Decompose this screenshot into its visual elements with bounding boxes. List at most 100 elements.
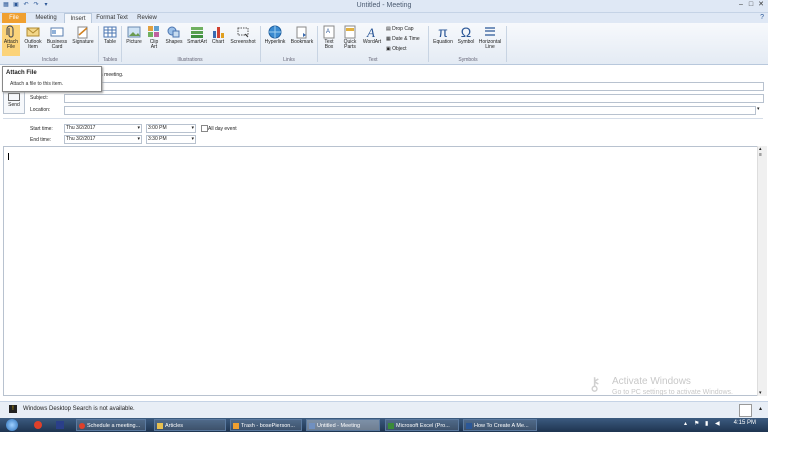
tab-review[interactable]: Review <box>134 13 160 23</box>
table-button[interactable]: Table <box>101 25 119 45</box>
end-time-value: 3:30 PM <box>148 136 167 142</box>
group-separator <box>260 26 261 62</box>
people-pane-icon[interactable] <box>739 404 752 417</box>
start-time-label: Start time: <box>30 126 53 132</box>
divider <box>3 118 763 119</box>
all-day-checkbox[interactable] <box>201 125 208 132</box>
group-separator <box>317 26 318 62</box>
minimize-icon[interactable]: – <box>736 0 746 10</box>
picture-icon <box>127 26 141 38</box>
table-icon <box>103 26 117 38</box>
taskbar-item[interactable]: Articles <box>154 419 226 431</box>
help-icon[interactable]: ? <box>760 14 764 21</box>
signature-label: Signature <box>72 39 94 45</box>
start-date-field[interactable]: Thu 3/2/2017 ▾ <box>64 124 142 133</box>
end-date-value: Thu 3/2/2017 <box>66 136 96 142</box>
date-time-button[interactable]: ▦ Date & Time <box>386 36 420 42</box>
clip-art-button[interactable]: Clip Art <box>146 25 162 50</box>
bookmark-button[interactable]: Bookmark <box>289 25 315 45</box>
flag-icon[interactable]: ⚑ <box>694 420 699 427</box>
horizontal-line-button[interactable]: Horizontal Line <box>476 25 504 50</box>
taskbar-item-label: Trash - bosePierson... <box>241 423 295 429</box>
text-box-button[interactable]: A Text Box <box>319 25 339 50</box>
screenshot-icon <box>237 27 249 38</box>
taskbar-item[interactable]: Microsoft Excel (Pro... <box>385 419 459 431</box>
chrome-taskbar-icon[interactable] <box>34 421 42 429</box>
send-label: Send <box>8 102 20 108</box>
symbol-button[interactable]: Ω Symbol <box>456 25 476 45</box>
group-separator <box>121 26 122 62</box>
group-separator <box>98 26 99 62</box>
close-icon[interactable]: ✕ <box>756 0 766 10</box>
location-dropdown-icon[interactable]: ▾ <box>757 106 760 112</box>
excel-icon <box>388 423 394 429</box>
time-dropdown-icon[interactable]: ▾ <box>191 125 194 131</box>
clip-art-icon <box>148 26 159 37</box>
outlook-item-label-2: Item <box>28 44 38 50</box>
time-dropdown-icon[interactable]: ▾ <box>191 136 194 142</box>
taskbar-item[interactable]: Schedule a meeting... <box>76 419 146 431</box>
outlook-icon <box>233 423 239 429</box>
taskbar-item-active[interactable]: Untitled - Meeting <box>306 419 380 431</box>
end-date-field[interactable]: Thu 3/2/2017 ▾ <box>64 135 142 144</box>
business-card-label-2: Card <box>51 44 63 50</box>
wordart-button[interactable]: A WordArt <box>361 25 383 45</box>
taskbar-clock[interactable]: 4:15 PM <box>734 420 756 426</box>
end-time-field[interactable]: 3:30 PM ▾ <box>146 135 196 144</box>
quick-parts-label-2: Parts <box>344 44 356 50</box>
envelope-icon <box>26 27 40 37</box>
taskbar-item[interactable]: How To Create A Me... <box>463 419 537 431</box>
start-button[interactable] <box>6 419 18 431</box>
drop-cap-button[interactable]: ▤ Drop Cap <box>386 26 414 32</box>
location-field[interactable] <box>64 106 756 115</box>
screenshot-button[interactable]: Screenshot <box>228 25 258 45</box>
hyperlink-button[interactable]: Hyperlink <box>262 25 288 45</box>
to-field[interactable] <box>64 82 764 91</box>
meeting-body-editor[interactable] <box>3 146 759 396</box>
calendar-dropdown-icon[interactable]: ▾ <box>137 125 140 131</box>
subject-field[interactable] <box>64 94 764 103</box>
start-time-field[interactable]: 3:00 PM ▾ <box>146 124 196 133</box>
outlook-item-button[interactable]: Outlook Item <box>22 25 44 50</box>
status-bar: ! Windows Desktop Search is not availabl… <box>0 401 768 418</box>
svg-text:A: A <box>326 29 330 35</box>
taskbar-item[interactable]: Trash - bosePierson... <box>230 419 302 431</box>
group-label-links: Links <box>283 57 295 63</box>
picture-button[interactable]: Picture <box>124 25 144 45</box>
group-label-illustrations: Illustrations <box>177 57 203 63</box>
meeting-form: a meeting. Subject: Location: ▾ Start ti… <box>0 65 768 145</box>
chart-button[interactable]: Chart <box>209 25 227 45</box>
send-button[interactable]: Send <box>3 90 25 114</box>
tab-file[interactable]: File <box>2 13 26 23</box>
maximize-icon[interactable]: □ <box>746 0 756 10</box>
quick-parts-button[interactable]: Quick Parts <box>340 25 360 50</box>
attach-file-button[interactable]: Attach File <box>2 25 20 56</box>
body-scrollbar[interactable]: ▴ ≡ ▾ <box>757 146 767 396</box>
quick-parts-icon <box>344 25 356 39</box>
end-time-label: End time: <box>30 137 52 143</box>
expand-people-pane-icon[interactable]: ▴ <box>759 405 762 412</box>
text-box-icon: A <box>323 25 335 39</box>
shapes-button[interactable]: Shapes <box>163 25 185 45</box>
smartart-button[interactable]: SmartArt <box>186 25 208 45</box>
scroll-down-icon[interactable]: ▾ <box>759 390 762 396</box>
object-button[interactable]: ▣ Object <box>386 46 407 52</box>
equation-button[interactable]: π Equation <box>430 25 456 45</box>
bookmark-icon <box>296 26 307 39</box>
tab-meeting[interactable]: Meeting <box>30 13 62 23</box>
ruler-toggle-icon[interactable]: ≡ <box>759 152 762 158</box>
volume-icon[interactable]: ◀ <box>715 420 720 427</box>
signature-icon <box>77 26 88 39</box>
business-card-icon <box>50 27 64 37</box>
app-taskbar-icon[interactable] <box>56 421 64 429</box>
business-card-button[interactable]: Business Card <box>45 25 69 50</box>
tab-format-text[interactable]: Format Text <box>94 13 130 23</box>
tab-insert[interactable]: Insert <box>64 13 92 23</box>
wordart-icon: A <box>366 25 375 39</box>
network-icon[interactable]: ▮ <box>705 420 708 427</box>
tray-chevron-icon[interactable]: ▴ <box>684 420 687 427</box>
calendar-dropdown-icon[interactable]: ▾ <box>137 136 140 142</box>
text-box-label-2: Box <box>324 44 334 50</box>
signature-button[interactable]: Signature <box>70 25 96 45</box>
subject-label: Subject: <box>30 95 49 101</box>
